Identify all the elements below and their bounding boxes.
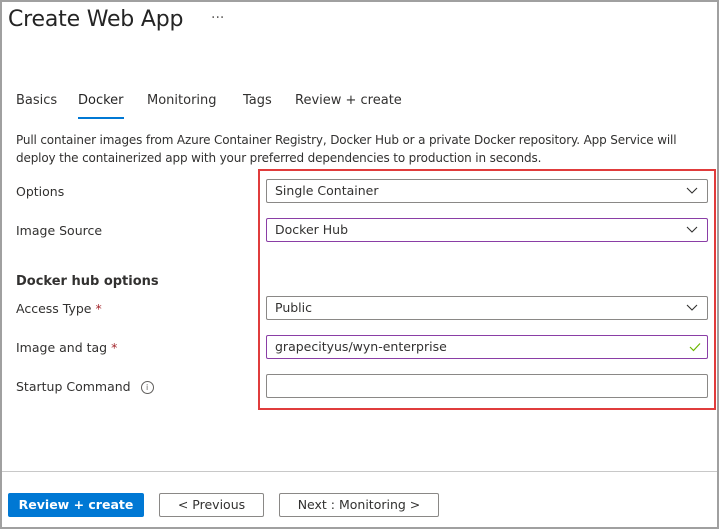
review-create-button[interactable]: Review + create — [8, 493, 144, 517]
access-type-dropdown[interactable]: Public — [266, 296, 708, 320]
startup-command-label-text: Startup Command — [16, 379, 131, 394]
image-and-tag-label-text: Image and tag — [16, 340, 108, 355]
tab-monitoring[interactable]: Monitoring — [147, 93, 217, 108]
description-text: Pull container images from Azure Contain… — [16, 133, 677, 165]
checkmark-icon — [689, 343, 701, 352]
image-and-tag-input-value: grapecityus/wyn-enterprise — [275, 339, 447, 354]
chevron-down-icon — [686, 187, 698, 194]
startup-command-input[interactable] — [266, 374, 708, 398]
access-type-dropdown-value: Public — [275, 300, 312, 315]
info-icon[interactable]: i — [140, 381, 154, 394]
tab-basics[interactable]: Basics — [16, 93, 57, 108]
previous-button[interactable]: < Previous — [159, 493, 264, 517]
options-dropdown[interactable]: Single Container — [266, 179, 708, 203]
access-type-label-text: Access Type — [16, 301, 92, 316]
footer-divider — [2, 471, 717, 472]
page-title: Create Web App — [8, 7, 184, 32]
image-and-tag-label: Image and tag * — [16, 340, 117, 355]
image-source-dropdown-value: Docker Hub — [275, 222, 348, 237]
window-frame — [0, 0, 719, 529]
tab-review-create[interactable]: Review + create — [295, 93, 402, 108]
required-asterisk: * — [95, 301, 102, 316]
more-options-button[interactable]: ··· — [211, 10, 224, 26]
startup-command-label: Startup Command i — [16, 379, 154, 394]
options-label: Options — [16, 184, 65, 199]
docker-hub-options-heading: Docker hub options — [16, 274, 159, 289]
access-type-label: Access Type * — [16, 301, 102, 316]
image-source-label: Image Source — [16, 223, 103, 238]
tab-docker[interactable]: Docker — [78, 93, 124, 119]
options-dropdown-value: Single Container — [275, 183, 379, 198]
image-source-dropdown[interactable]: Docker Hub — [266, 218, 708, 242]
tab-tags[interactable]: Tags — [243, 93, 272, 108]
chevron-down-icon — [686, 304, 698, 311]
chevron-down-icon — [686, 226, 698, 233]
required-asterisk: * — [111, 340, 118, 355]
image-and-tag-input[interactable]: grapecityus/wyn-enterprise — [266, 335, 708, 359]
next-monitoring-button[interactable]: Next : Monitoring > — [279, 493, 439, 517]
